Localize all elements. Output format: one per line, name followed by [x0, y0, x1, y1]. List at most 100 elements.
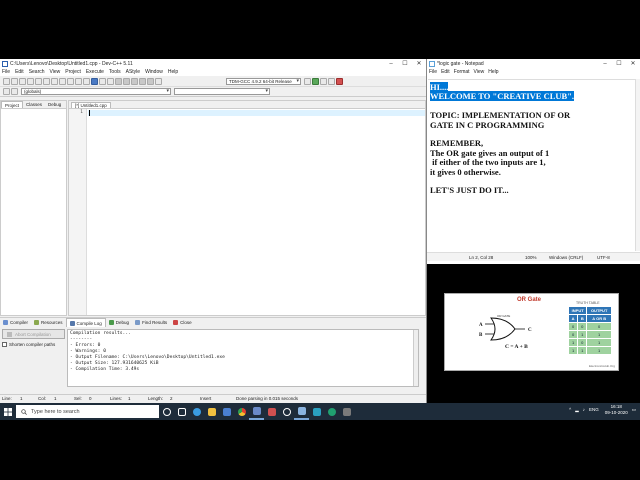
network-icon[interactable]: ▂: [575, 407, 578, 413]
globals-select[interactable]: (globals): [21, 88, 171, 95]
compile-log-output[interactable]: Compilation results... -------- - Errors: …: [67, 329, 419, 387]
menu-view[interactable]: View: [50, 69, 61, 75]
devcpp-titlebar[interactable]: C:\Users\Lenovo\Desktop\Untitled1.cpp - …: [0, 59, 426, 68]
run-icon[interactable]: [131, 77, 138, 85]
taskview-icon[interactable]: [159, 403, 174, 420]
notepad-minimize-button[interactable]: –: [598, 61, 612, 67]
tools-icon[interactable]: [320, 77, 327, 85]
notepad-menu-help[interactable]: Help: [488, 69, 498, 75]
notepad-close-button[interactable]: ✕: [626, 60, 640, 67]
notepad-menu-format[interactable]: Format: [454, 69, 470, 75]
minimize-button[interactable]: –: [384, 61, 398, 67]
menu-tools[interactable]: Tools: [109, 69, 121, 75]
app-icon[interactable]: [264, 403, 279, 420]
tab-project[interactable]: Project: [1, 101, 24, 108]
debug-icon: [108, 320, 114, 325]
devcpp-taskbar-icon[interactable]: [249, 403, 264, 420]
compiler-select[interactable]: TDM-GCC 4.9.2 64-bit Release: [226, 77, 301, 85]
notepad-titlebar[interactable]: *logic gate - Notepad – ☐ ✕: [427, 59, 640, 68]
stop-icon[interactable]: [336, 77, 343, 85]
menu-project[interactable]: Project: [65, 69, 81, 75]
compile-icon[interactable]: [123, 77, 130, 85]
notepad-menu-view[interactable]: View: [474, 69, 485, 75]
chrome-icon[interactable]: [234, 403, 249, 420]
app3-icon[interactable]: [324, 403, 339, 420]
menu-file[interactable]: File: [2, 69, 10, 75]
grid-icon[interactable]: [115, 77, 122, 85]
language-indicator[interactable]: ENG: [589, 407, 599, 412]
file-explorer-icon[interactable]: [204, 403, 219, 420]
shorten-paths-checkbox[interactable]: Shorten compiler paths: [2, 342, 65, 347]
menu-window[interactable]: Window: [145, 69, 163, 75]
replace-icon[interactable]: [75, 77, 82, 85]
status-message: Done parsing in 0.015 seconds: [236, 396, 299, 401]
code-editor[interactable]: [*] Untitled1.cpp 1: [68, 100, 426, 316]
tab-resources[interactable]: Resources: [31, 318, 66, 327]
app4-icon[interactable]: [339, 403, 354, 420]
notepad-menu-file[interactable]: File: [429, 69, 437, 75]
store-icon[interactable]: [219, 403, 234, 420]
compile-run-icon[interactable]: [139, 77, 146, 85]
notepad-taskbar-icon[interactable]: [294, 403, 309, 420]
notepad-text-area[interactable]: HI.... WELCOME TO "CREATIVE CLUB". TOPIC…: [428, 79, 639, 251]
find-results-icon: [135, 320, 141, 325]
notification-icon[interactable]: ▭: [632, 407, 636, 413]
goto-icon[interactable]: [83, 77, 90, 85]
notepad-maximize-button[interactable]: ☐: [612, 60, 626, 67]
maximize-button[interactable]: ☐: [398, 60, 412, 67]
close-file-icon[interactable]: [35, 77, 42, 85]
member-icon[interactable]: [11, 88, 18, 95]
tab-close[interactable]: Close: [170, 318, 195, 327]
editor-tab-untitled1[interactable]: [*] Untitled1.cpp: [71, 101, 111, 108]
status-col-label: Col:: [38, 396, 47, 401]
menu-edit[interactable]: Edit: [15, 69, 24, 75]
log-scrollbar[interactable]: [413, 330, 418, 386]
menu-help[interactable]: Help: [168, 69, 178, 75]
undo-icon[interactable]: [51, 77, 58, 85]
volume-icon[interactable]: ♪: [583, 407, 585, 412]
tab-classes[interactable]: Classes: [23, 101, 45, 108]
rebuild-icon[interactable]: [147, 77, 154, 85]
tab-find-results[interactable]: Find Results: [132, 318, 170, 327]
notepad-scrollbar[interactable]: [635, 79, 640, 251]
menu-search[interactable]: Search: [29, 69, 45, 75]
chart-icon[interactable]: [304, 77, 311, 85]
status-mode: Insert: [200, 396, 212, 401]
members-select[interactable]: [174, 88, 270, 95]
menu-execute[interactable]: Execute: [86, 69, 104, 75]
start-button[interactable]: [0, 403, 16, 420]
tab-compile-log[interactable]: Compile Log: [65, 318, 106, 327]
edge-icon[interactable]: [189, 403, 204, 420]
table-row: 0 1 1: [567, 330, 612, 339]
chevron-up-icon[interactable]: ^: [569, 407, 571, 412]
abort-compilation-button[interactable]: Abort Compilation: [2, 329, 65, 339]
notepad-menu-edit[interactable]: Edit: [441, 69, 450, 75]
print-icon[interactable]: [43, 77, 50, 85]
app2-icon[interactable]: [309, 403, 324, 420]
taskbar: Type here to search ^ ▂ ♪ ENG 16:18 09-1…: [0, 403, 640, 420]
new-file-icon[interactable]: [3, 77, 10, 85]
find-icon[interactable]: [67, 77, 74, 85]
tab-compiler[interactable]: Compiler: [0, 318, 31, 327]
tab-debug[interactable]: Debug: [45, 101, 64, 108]
class-icon[interactable]: [3, 88, 10, 95]
taskview-windows-icon[interactable]: [174, 403, 189, 420]
media-icon[interactable]: [279, 403, 294, 420]
debug-icon[interactable]: [155, 77, 162, 85]
check-icon[interactable]: [312, 77, 319, 85]
close-button[interactable]: ✕: [412, 60, 426, 67]
clock[interactable]: 16:18 09-10-2020: [605, 404, 628, 415]
save-all-icon[interactable]: [27, 77, 34, 85]
indent-icon[interactable]: [91, 77, 98, 85]
save-icon[interactable]: [19, 77, 26, 85]
checkbox-box[interactable]: [2, 342, 7, 347]
settings-icon[interactable]: [328, 77, 335, 85]
menu-astyle[interactable]: AStyle: [126, 69, 140, 75]
toggle-comment-icon[interactable]: [107, 77, 114, 85]
open-icon[interactable]: [11, 77, 18, 85]
taskbar-search-input[interactable]: Type here to search: [16, 405, 159, 418]
unindent-icon[interactable]: [99, 77, 106, 85]
redo-icon[interactable]: [59, 77, 66, 85]
resources-icon: [34, 320, 40, 325]
tab-debug-output[interactable]: Debug: [106, 318, 132, 327]
